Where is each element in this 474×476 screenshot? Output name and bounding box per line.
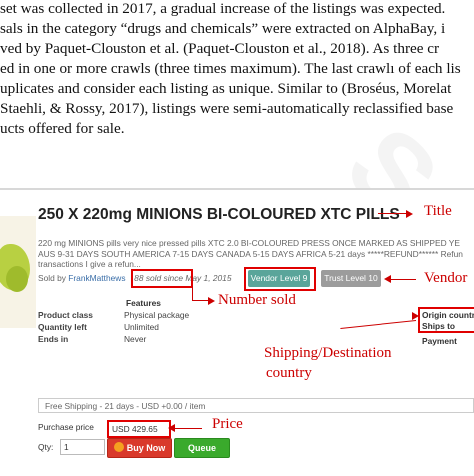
annotation-shipping: Shipping/Destination: [264, 345, 392, 361]
qty-label: Qty:: [38, 442, 54, 452]
sold-highlight-box: [131, 269, 193, 288]
title-arrow: [378, 213, 408, 214]
paper-line: uplicates and consider each listing as u…: [0, 80, 452, 97]
features-header: Features: [126, 298, 161, 308]
listing-title: 250 X 220mg MINIONS BI-COLOURED XTC PILL…: [38, 206, 400, 223]
sold-arrow: [192, 286, 193, 300]
purchase-price-value: USD 429.65: [107, 420, 171, 438]
paper-line: ed in one or more crawls (three times ma…: [0, 60, 461, 77]
annotation-price: Price: [212, 416, 243, 432]
paper-line: ucts offered for sale.: [0, 120, 125, 137]
feature-row: Ends in Never: [38, 334, 147, 344]
qty-input[interactable]: 1: [60, 439, 105, 455]
purchase-price-label: Purchase price: [38, 422, 94, 432]
queue-button[interactable]: Queue: [174, 438, 230, 458]
paper-line: Staehli, & Rossy, 2017), listings were s…: [0, 100, 454, 117]
paper-line: sals in the category “drugs and chemical…: [0, 20, 446, 37]
listing-description: 220 mg MINIONS pills very nice pressed p…: [38, 238, 463, 269]
listing-screenshot: 250 X 220mg MINIONS BI-COLOURED XTC PILL…: [0, 188, 474, 476]
shipping-select[interactable]: Free Shipping - 21 days - USD +0.00 / it…: [38, 398, 474, 413]
paper-line: ved by Paquet-Clouston et al. (Paquet-Cl…: [0, 40, 440, 57]
annotation-shipping-2: country: [266, 365, 312, 381]
shipping-info-panel: Origin countr Ships to Payment: [422, 310, 474, 346]
annotation-vendor: Vendor: [424, 270, 468, 286]
feature-row: Product class Physical package: [38, 310, 190, 320]
coin-icon: [113, 442, 124, 452]
price-arrow: [172, 428, 202, 429]
annotation-number-sold: Number sold: [218, 292, 296, 308]
shipping-arrow: [340, 320, 417, 329]
feature-row: Quantity left Unlimited: [38, 322, 159, 332]
vendor-level-badge[interactable]: Vendor Level 9: [248, 270, 310, 287]
paper-line: set was collected in 2017, a gradual inc…: [0, 0, 446, 17]
annotation-title: Title: [424, 203, 452, 219]
trust-level-badge[interactable]: Trust Level 10: [321, 270, 381, 287]
vendor-arrow: [388, 279, 416, 280]
buy-now-button[interactable]: Buy Now: [107, 438, 172, 458]
seller-link[interactable]: FrankMatthews: [68, 273, 125, 283]
product-image: [0, 216, 36, 328]
